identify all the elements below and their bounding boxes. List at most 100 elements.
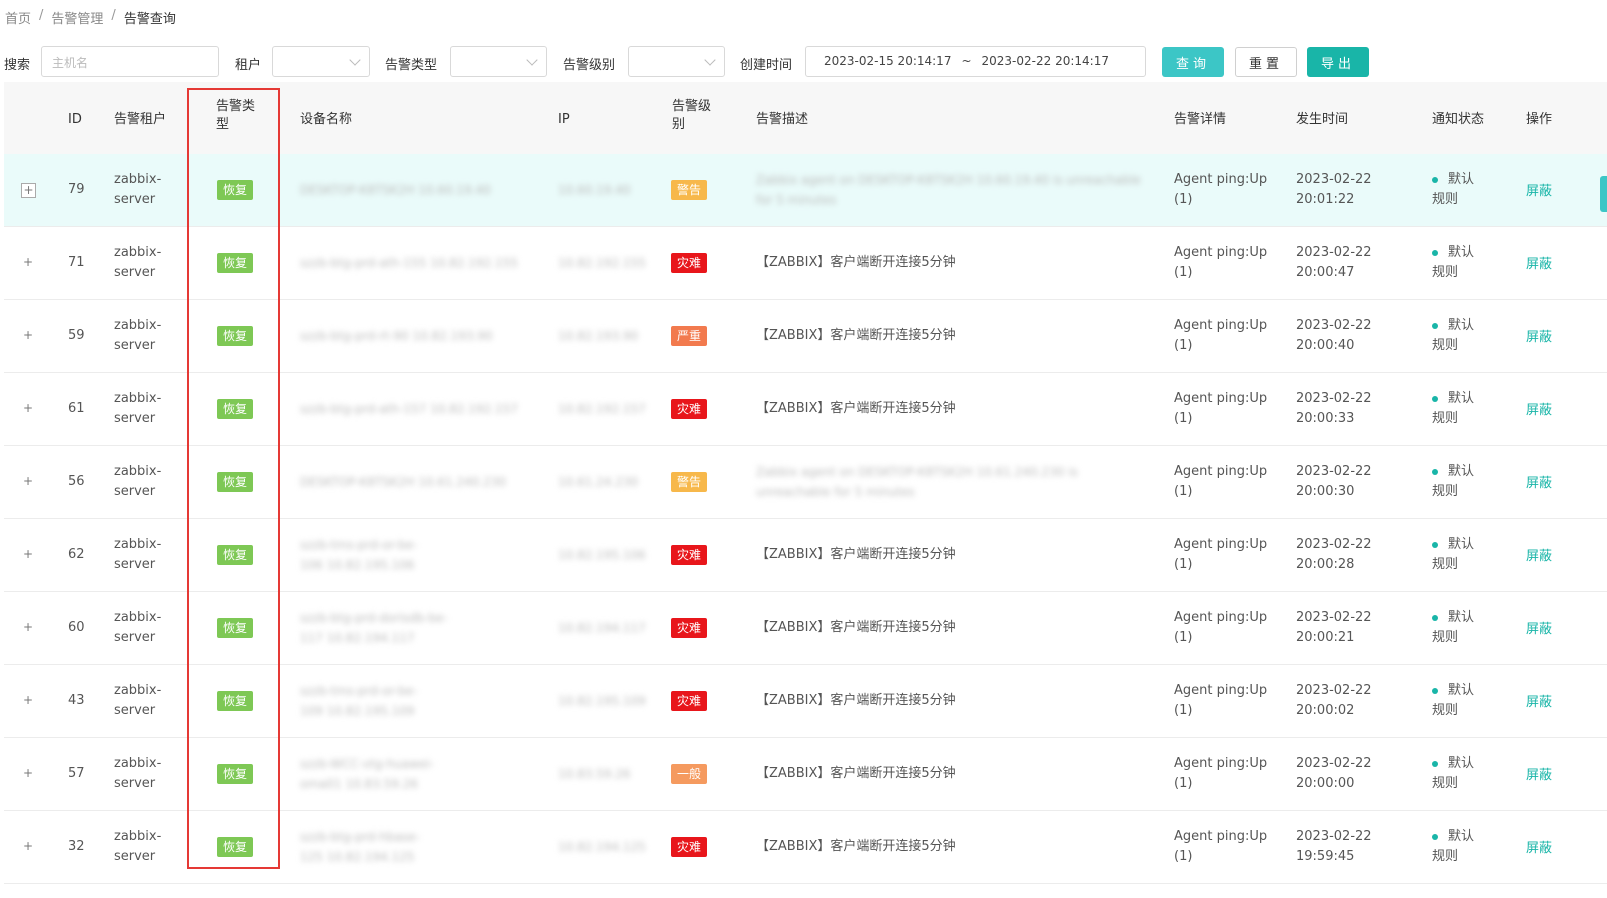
table-row[interactable]: + 32 zabbix-server 恢复 szzb-btg-prd-hbase… [4, 811, 1607, 884]
alert-level-select[interactable] [628, 46, 725, 77]
expand-icon[interactable]: + [22, 329, 34, 342]
col-type: 告警类型 [216, 99, 256, 132]
query-button[interactable]: 查询 [1162, 47, 1224, 77]
table-row[interactable]: + 60 zabbix-server 恢复 szzb-btg-prd-doris… [4, 592, 1607, 665]
cell-id: 57 [68, 766, 85, 781]
cell-notify: 默认 规则 [1432, 245, 1475, 280]
mask-link[interactable]: 屏蔽 [1526, 253, 1552, 272]
cell-id: 71 [68, 255, 85, 270]
table-row[interactable]: + 61 zabbix-server 恢复 szzb-btg-prd-ath-1… [4, 373, 1607, 446]
cell-description: 【ZABBIX】客户端断开连接5分钟 [756, 328, 956, 343]
cell-device-name: szzb-btg-prd-dorisdb-be- 117 10.82.194.11… [300, 611, 448, 645]
scroll-handle[interactable] [1600, 176, 1607, 212]
status-dot-icon [1432, 249, 1438, 256]
cell-time: 2023-02-22 20:00:02 [1296, 683, 1372, 718]
cell-time: 2023-02-22 20:00:33 [1296, 391, 1372, 426]
cell-tenant: zabbix-server [114, 610, 162, 645]
cell-device-name: szzb-WCC-vtg-huawei-oma01 10.83.59.26 [300, 757, 435, 791]
level-badge: 警告 [671, 180, 708, 200]
level-badge: 灾难 [671, 399, 708, 419]
breadcrumb-alert-management[interactable]: 告警管理 [51, 8, 103, 27]
table-body: + 79 zabbix-server 恢复 DESKTOP-K8TSK2H 10… [4, 154, 1607, 884]
mask-link[interactable]: 屏蔽 [1526, 180, 1552, 199]
expand-icon[interactable]: + [22, 402, 34, 415]
col-time: 发生时间 [1296, 112, 1349, 127]
status-dot-icon [1432, 614, 1438, 621]
chevron-down-icon [349, 54, 361, 66]
cell-ip: 10.82.195.109 [558, 694, 646, 708]
expand-icon[interactable]: + [22, 548, 34, 561]
date-separator: ~ [961, 54, 972, 68]
cell-tenant: zabbix-server [114, 391, 162, 426]
status-dot-icon [1432, 833, 1438, 840]
reset-button[interactable]: 重置 [1235, 47, 1297, 77]
cell-detail: Agent ping:Up (1) [1174, 610, 1268, 645]
cell-ip: 10.82.193.90 [558, 329, 639, 343]
table-row[interactable]: + 43 zabbix-server 恢复 szzb-tms-prd-or-be… [4, 665, 1607, 738]
status-dot-icon [1432, 322, 1438, 329]
cell-detail: Agent ping:Up (1) [1174, 829, 1268, 864]
mask-link[interactable]: 屏蔽 [1526, 837, 1552, 856]
cell-tenant: zabbix-server [114, 756, 162, 791]
cell-notify: 默认 规则 [1432, 172, 1475, 207]
cell-id: 61 [68, 401, 85, 416]
cell-id: 43 [68, 693, 85, 708]
expand-icon[interactable]: + [22, 694, 34, 707]
date-range-picker[interactable]: 2023-02-15 20:14:17 ~ 2023-02-22 20:14:1… [805, 46, 1146, 77]
mask-link[interactable]: 屏蔽 [1526, 326, 1552, 345]
search-input[interactable]: 主机名 [41, 46, 219, 77]
cell-notify: 默认 规则 [1432, 610, 1475, 645]
table-row[interactable]: + 79 zabbix-server 恢复 DESKTOP-K8TSK2H 10… [4, 154, 1607, 227]
mask-link[interactable]: 屏蔽 [1526, 618, 1552, 637]
alert-level-label: 告警级别 [563, 58, 616, 73]
cell-id: 62 [68, 547, 85, 562]
level-badge: 灾难 [671, 837, 708, 857]
cell-time: 2023-02-22 20:00:28 [1296, 537, 1372, 572]
cell-device-name: szzb-btg-prd-ath-157 10.82.192.157 [300, 402, 518, 416]
mask-link[interactable]: 屏蔽 [1526, 691, 1552, 710]
alert-type-select[interactable] [450, 46, 547, 77]
mask-link[interactable]: 屏蔽 [1526, 545, 1552, 564]
type-badge: 恢复 [217, 399, 254, 419]
level-badge: 警告 [671, 472, 708, 492]
cell-notify: 默认 规则 [1432, 683, 1475, 718]
col-device: 设备名称 [300, 112, 353, 127]
tenant-select[interactable] [272, 46, 370, 77]
type-badge: 恢复 [217, 691, 254, 711]
col-notify: 通知状态 [1432, 112, 1485, 127]
expand-icon[interactable]: + [22, 475, 34, 488]
table-row[interactable]: + 71 zabbix-server 恢复 szzb-btg-prd-ath-1… [4, 227, 1607, 300]
cell-id: 60 [68, 620, 85, 635]
cell-tenant: zabbix-server [114, 172, 162, 207]
expand-icon[interactable]: + [22, 621, 34, 634]
breadcrumb-current: 告警查询 [123, 12, 176, 27]
cell-tenant: zabbix-server [114, 537, 162, 572]
expand-icon[interactable]: + [21, 183, 36, 198]
search-label: 搜索 [4, 58, 31, 73]
table-row[interactable]: + 56 zabbix-server 恢复 DESKTOP-K8TSK2H 10… [4, 446, 1607, 519]
cell-device-name: szzb-btg-prd-hbase- 125 10.82.194.125 [300, 830, 420, 864]
cell-device-name: szzb-btg-prd-rt-90 10.82.193.90 [300, 329, 493, 343]
expand-icon[interactable]: + [22, 767, 34, 780]
tenant-label: 租户 [235, 58, 262, 73]
cell-ip: 10.82.194.125 [558, 840, 646, 854]
export-button[interactable]: 导出 [1307, 47, 1369, 77]
alert-table: ID 告警租户 告警类型 设备名称 IP 告警级别 告警描述 告警详情 发生时间… [4, 82, 1607, 884]
expand-icon[interactable]: + [22, 256, 34, 269]
cell-detail: Agent ping:Up (1) [1174, 318, 1268, 353]
date-end: 2023-02-22 20:14:17 [981, 54, 1109, 68]
breadcrumb-home[interactable]: 首页 [5, 8, 31, 27]
status-dot-icon [1432, 468, 1438, 475]
mask-link[interactable]: 屏蔽 [1526, 399, 1552, 418]
cell-time: 2023-02-22 20:00:30 [1296, 464, 1372, 499]
mask-link[interactable]: 屏蔽 [1526, 764, 1552, 783]
mask-link[interactable]: 屏蔽 [1526, 472, 1552, 491]
expand-icon[interactable]: + [22, 840, 34, 853]
table-row[interactable]: + 59 zabbix-server 恢复 szzb-btg-prd-rt-90… [4, 300, 1607, 373]
table-row[interactable]: + 62 zabbix-server 恢复 szzb-tms-prd-or-be… [4, 519, 1607, 592]
cell-detail: Agent ping:Up (1) [1174, 391, 1268, 426]
created-time-label: 创建时间 [740, 58, 793, 73]
cell-ip: 10.82.195.106 [558, 548, 646, 562]
table-row[interactable]: + 57 zabbix-server 恢复 szzb-WCC-vtg-huawe… [4, 738, 1607, 811]
cell-id: 59 [68, 328, 85, 343]
